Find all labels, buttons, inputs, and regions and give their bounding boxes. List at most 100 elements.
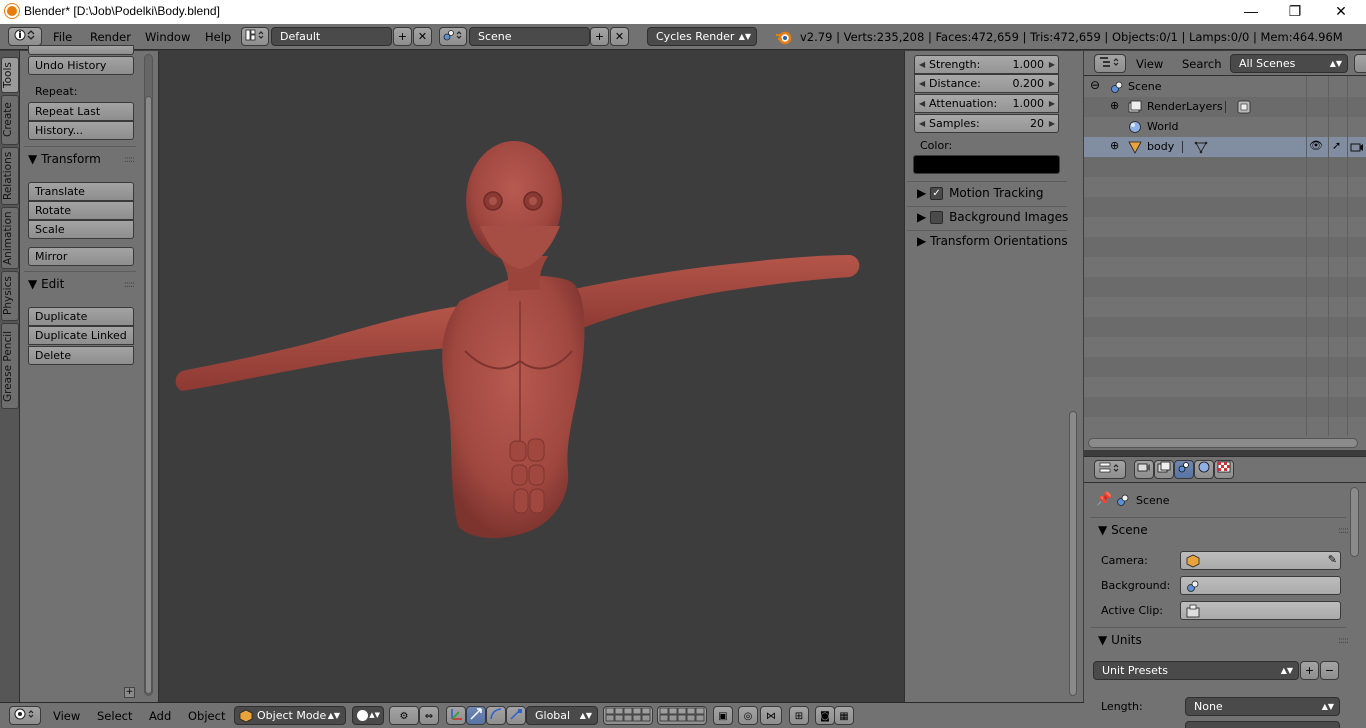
add-screen-button[interactable]: + xyxy=(393,27,412,46)
rotate-manipulator-icon[interactable] xyxy=(486,706,506,725)
viewport-menu-object[interactable]: Object xyxy=(188,709,225,723)
duplicate-linked-button[interactable]: Duplicate Linked xyxy=(28,326,134,345)
render-layers-context-icon[interactable] xyxy=(1154,460,1174,479)
viewport-shading-dropdown[interactable]: ▲▼ xyxy=(352,706,384,725)
proportional-editing-icon[interactable]: ◎ xyxy=(738,706,758,725)
scene-field[interactable]: Scene xyxy=(469,27,590,46)
editor-type-properties-icon[interactable] xyxy=(1094,460,1126,479)
tab-create[interactable]: Create xyxy=(1,95,19,145)
ao-distance-field[interactable]: ◀ Distance: 0.200 ▶ xyxy=(914,74,1059,93)
history-button[interactable]: History... xyxy=(28,121,134,140)
drag-handle-icon[interactable]: ::::: xyxy=(1338,636,1349,646)
manipulate-center-points-icon[interactable]: ⇔ xyxy=(419,706,439,725)
outliner-row-scene[interactable]: ⊖ Scene xyxy=(1084,77,1366,97)
unit-presets-dropdown[interactable]: Unit Presets ▲▼ xyxy=(1093,661,1299,680)
collapse-minus-icon[interactable]: ⊖ xyxy=(1090,78,1100,92)
scene-selector-icon[interactable] xyxy=(439,27,467,46)
transform-manipulator-toggle-icon[interactable] xyxy=(446,706,466,725)
remove-scene-button[interactable]: ✕ xyxy=(610,27,629,46)
texture-context-icon[interactable] xyxy=(1214,460,1234,479)
translate-button[interactable]: Translate xyxy=(28,182,134,201)
decrement-arrow-icon[interactable]: ◀ xyxy=(919,115,925,132)
ao-color-swatch[interactable] xyxy=(913,155,1060,174)
scale-manipulator-icon[interactable] xyxy=(506,706,526,725)
menu-file[interactable]: File xyxy=(53,30,72,44)
transform-orientation-dropdown[interactable]: Global ▲▼ xyxy=(526,706,598,725)
drag-handle-icon[interactable]: ::::: xyxy=(124,280,135,290)
expand-plus-icon[interactable]: ⊕ xyxy=(1110,99,1119,112)
background-images-panel-header[interactable]: ▶ Background Images xyxy=(917,210,1068,224)
snap-toggle-icon[interactable]: ⋈ xyxy=(760,706,782,725)
mirror-button[interactable]: Mirror xyxy=(28,247,134,266)
opengl-render-animation-icon[interactable]: ▦ xyxy=(834,706,854,725)
outliner-row-body[interactable]: ⊕ body 👁 ➚ xyxy=(1084,137,1366,157)
tab-relations[interactable]: Relations xyxy=(1,147,19,205)
translate-manipulator-icon[interactable] xyxy=(466,706,486,725)
lock-camera-layers-icon[interactable]: ▣ xyxy=(713,706,733,725)
tab-physics[interactable]: Physics xyxy=(1,271,19,321)
render-layer-icon[interactable] xyxy=(1237,100,1251,114)
editor-type-3dview-icon[interactable] xyxy=(9,706,41,725)
expand-plus-icon[interactable]: ⊕ xyxy=(1110,139,1119,152)
pin-icon[interactable]: 📌 xyxy=(1096,492,1112,507)
increment-arrow-icon[interactable]: ▶ xyxy=(1049,56,1055,73)
menu-render[interactable]: Render xyxy=(90,30,131,44)
scene-layers-group-1[interactable] xyxy=(603,706,653,725)
background-images-checkbox[interactable] xyxy=(930,211,944,224)
motion-tracking-panel-header[interactable]: ▶ ✓ Motion Tracking xyxy=(917,186,1044,200)
units-panel-header[interactable]: ▼ Units ::::: xyxy=(1098,633,1349,647)
3d-viewport[interactable] xyxy=(160,51,903,702)
outliner-row-world[interactable]: World xyxy=(1084,117,1366,137)
outliner-menu-view[interactable]: View xyxy=(1136,57,1163,71)
pivot-point-dropdown[interactable]: ⚙ xyxy=(389,706,419,725)
screen-layout-field[interactable]: Default xyxy=(271,27,392,46)
tool-shelf-scrollbar[interactable] xyxy=(145,96,152,694)
duplicate-button[interactable]: Duplicate xyxy=(28,307,134,326)
scene-panel-header[interactable]: ▼ Scene ::::: xyxy=(1098,523,1349,537)
remove-unit-preset-button[interactable]: − xyxy=(1320,661,1339,680)
world-context-icon[interactable] xyxy=(1194,460,1214,479)
visibility-eye-icon[interactable]: 👁 xyxy=(1309,139,1323,152)
outliner-menu-search[interactable]: Search xyxy=(1182,57,1222,71)
outliner-display-mode-dropdown[interactable]: All Scenes ▲▼ xyxy=(1230,54,1348,73)
increment-arrow-icon[interactable]: ▶ xyxy=(1049,95,1055,112)
increment-arrow-icon[interactable]: ▶ xyxy=(1049,75,1055,92)
active-clip-field[interactable] xyxy=(1180,601,1341,620)
add-scene-button[interactable]: + xyxy=(590,27,609,46)
rotation-unit-dropdown-partial[interactable] xyxy=(1185,721,1340,728)
mesh-data-icon[interactable] xyxy=(1194,140,1208,154)
scene-layers-group-2[interactable] xyxy=(657,706,707,725)
tool-shelf-clipped-button[interactable] xyxy=(28,45,134,55)
ao-attenuation-field[interactable]: ◀ Attenuation: 1.000 ▶ xyxy=(914,94,1059,113)
edit-panel-header[interactable]: ▼ Edit ::::: xyxy=(28,277,138,291)
viewport-menu-add[interactable]: Add xyxy=(149,709,171,723)
menu-help[interactable]: Help xyxy=(205,30,231,44)
background-scene-field[interactable] xyxy=(1180,576,1341,595)
repeat-last-button[interactable]: Repeat Last xyxy=(28,102,134,121)
restore-button[interactable]: ❐ xyxy=(1272,0,1318,24)
editor-type-info-icon[interactable] xyxy=(8,27,42,46)
render-engine-dropdown[interactable]: Cycles Render ▲▼ xyxy=(647,27,757,46)
minimize-button[interactable]: — xyxy=(1228,0,1274,24)
drag-handle-icon[interactable]: ::::: xyxy=(1338,526,1349,536)
outliner-row-renderlayers[interactable]: ⊕ RenderLayers xyxy=(1084,97,1366,117)
scene-context-icon[interactable] xyxy=(1174,460,1194,479)
tab-tools[interactable]: Tools xyxy=(1,57,19,93)
snap-element-icon[interactable]: ⊞ xyxy=(789,706,809,725)
increment-arrow-icon[interactable]: ▶ xyxy=(1049,115,1055,132)
outliner-filter-icon[interactable] xyxy=(1354,54,1366,73)
menu-window[interactable]: Window xyxy=(145,30,190,44)
outliner-horizontal-scrollbar[interactable] xyxy=(1088,438,1358,448)
length-unit-dropdown[interactable]: None ▲▼ xyxy=(1185,697,1340,716)
decrement-arrow-icon[interactable]: ◀ xyxy=(919,75,925,92)
screen-layout-icon[interactable] xyxy=(241,27,269,46)
motion-tracking-checkbox[interactable]: ✓ xyxy=(930,187,944,200)
properties-scrollbar[interactable] xyxy=(1350,487,1359,557)
delete-button[interactable]: Delete xyxy=(28,346,134,365)
ao-samples-field[interactable]: ◀ Samples: 20 ▶ xyxy=(914,114,1059,133)
viewport-menu-select[interactable]: Select xyxy=(97,709,132,723)
opengl-render-image-icon[interactable]: ◙ xyxy=(815,706,835,725)
eyedropper-icon[interactable]: ✎ xyxy=(1328,553,1337,566)
render-context-icon[interactable] xyxy=(1134,460,1154,479)
rotate-button[interactable]: Rotate xyxy=(28,201,134,220)
